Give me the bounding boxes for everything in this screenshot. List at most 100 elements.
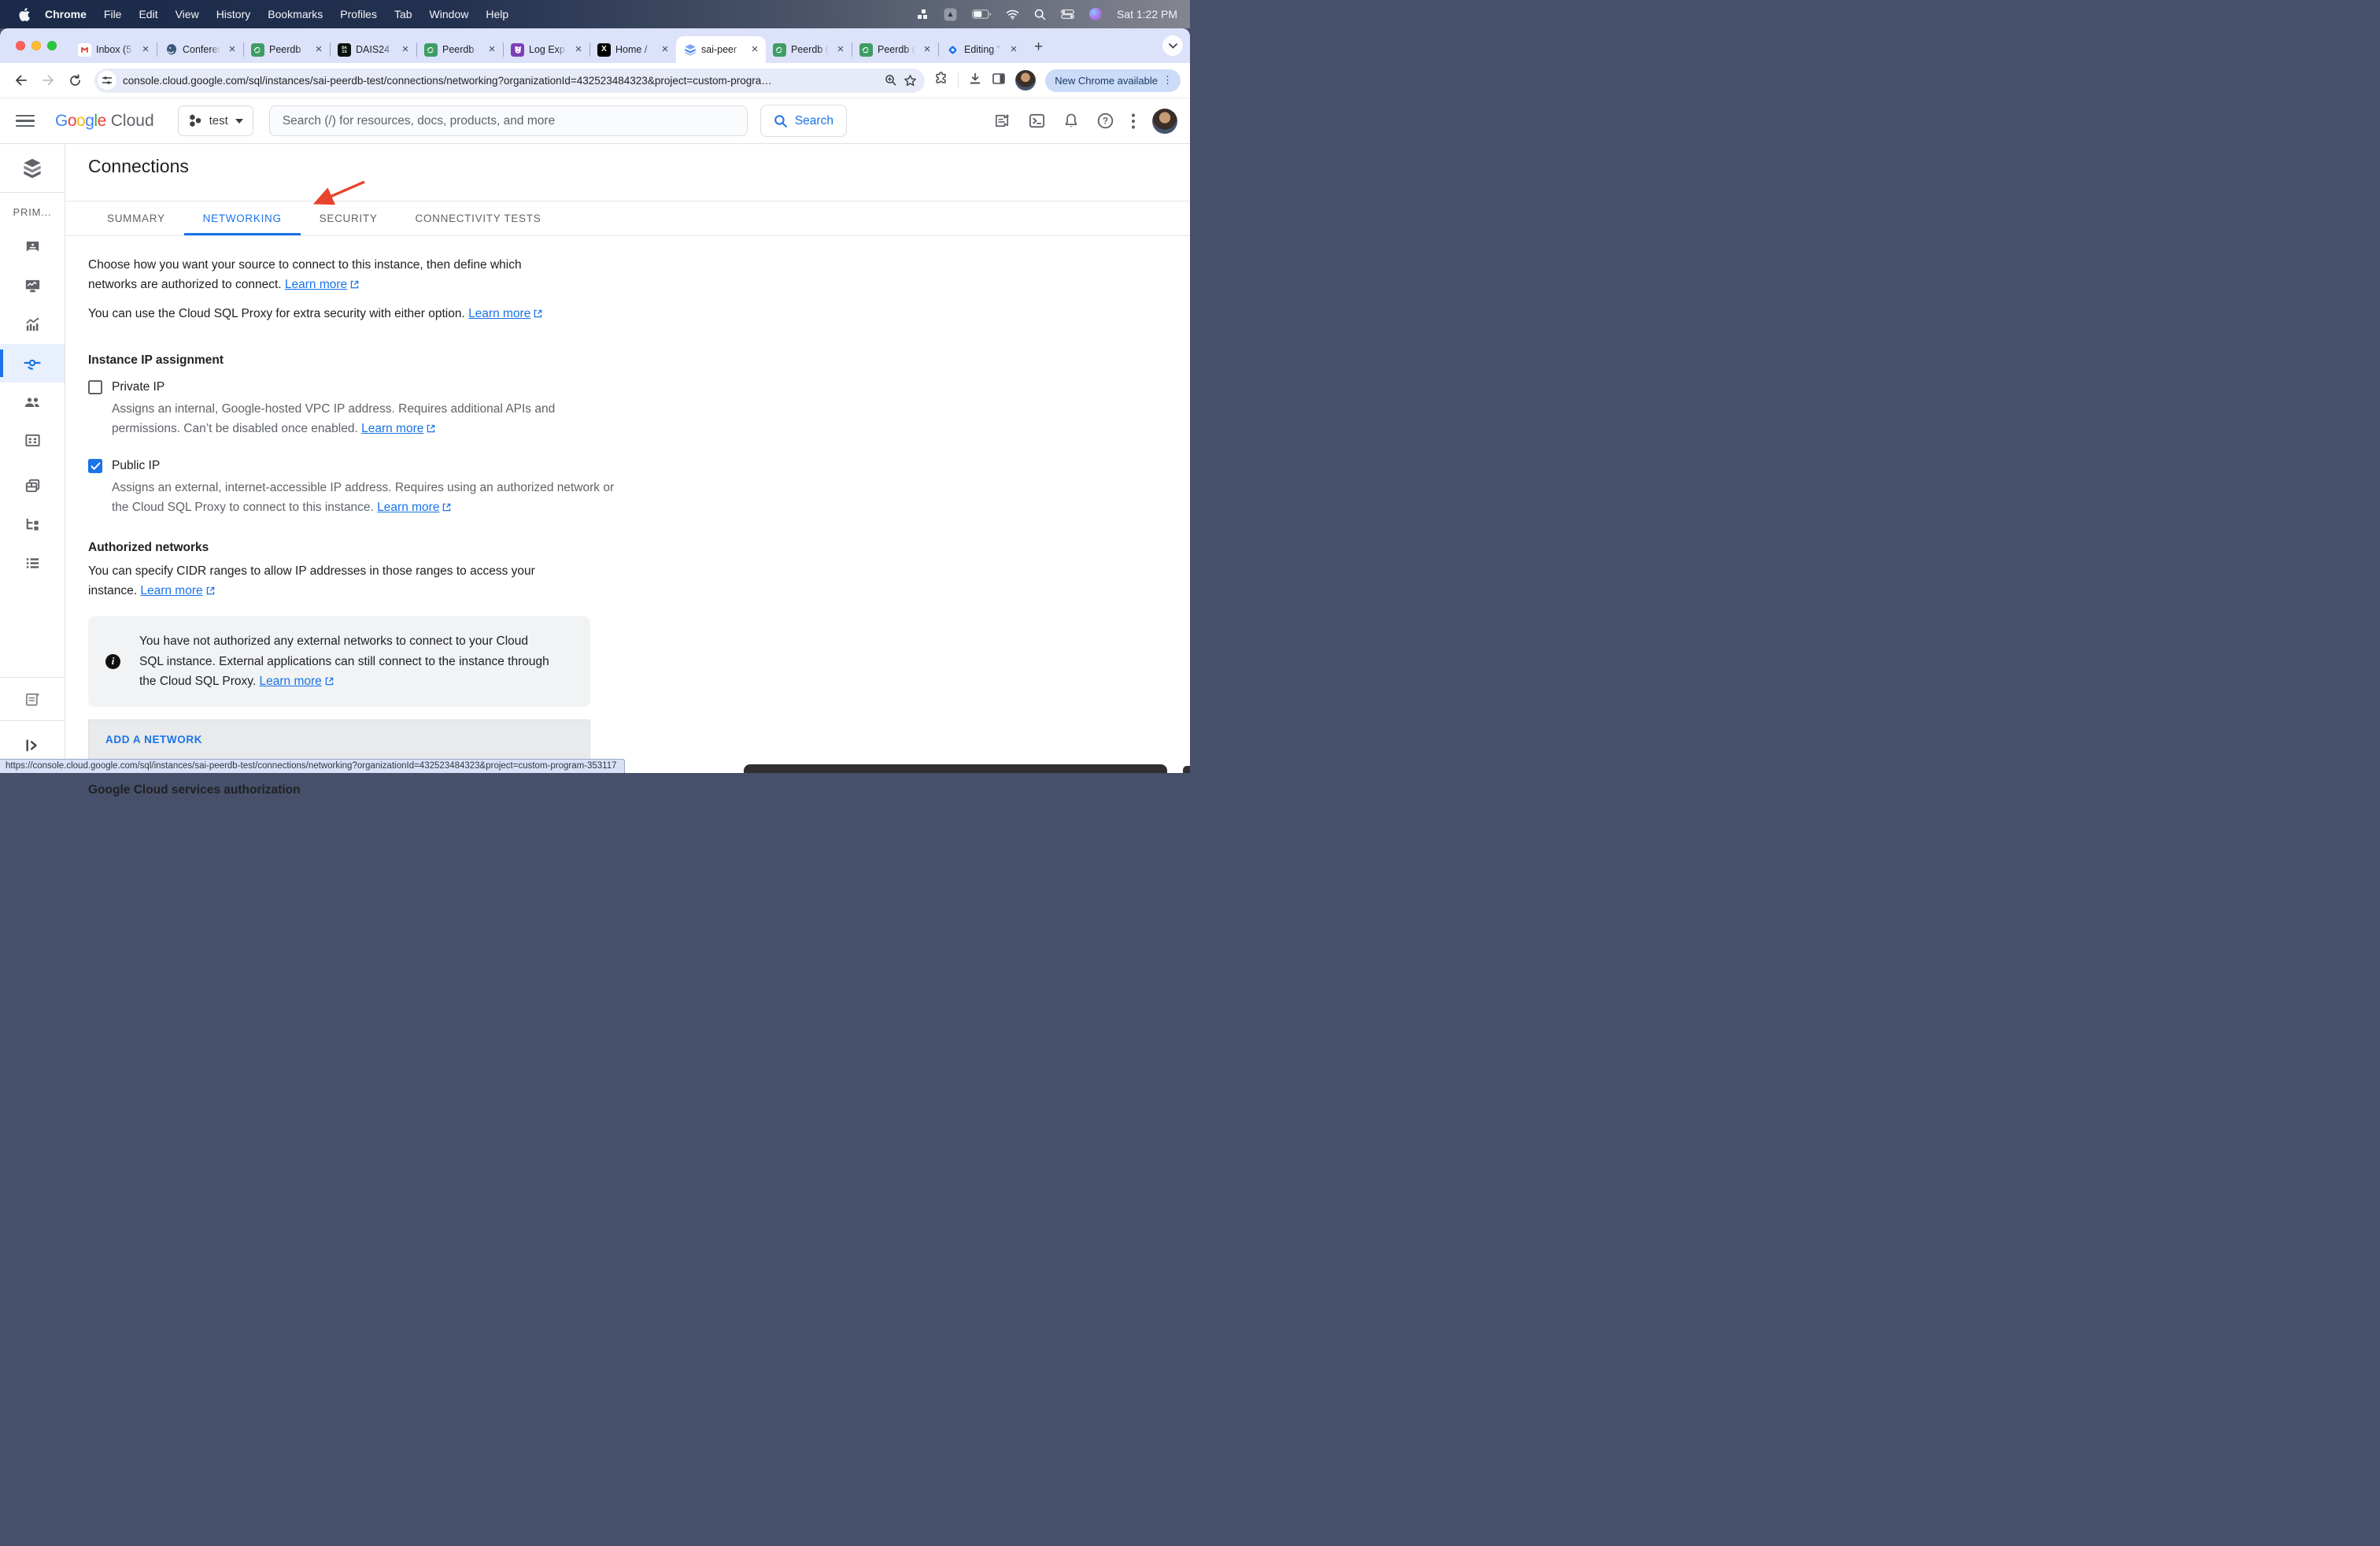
tab-close-icon[interactable]: × bbox=[312, 43, 325, 56]
learn-more-link[interactable]: Learn more bbox=[361, 422, 435, 435]
menu-edit[interactable]: Edit bbox=[130, 8, 166, 20]
tab-networking[interactable]: NETWORKING bbox=[184, 202, 301, 235]
tab-close-icon[interactable]: × bbox=[226, 43, 238, 56]
tab-log-explorer[interactable]: Log Exp× bbox=[504, 36, 589, 63]
tab-security[interactable]: SECURITY bbox=[301, 202, 397, 235]
public-ip-checkbox[interactable] bbox=[88, 459, 102, 473]
sidebar-item-replicas[interactable] bbox=[0, 505, 65, 544]
site-settings-icon[interactable] bbox=[98, 71, 116, 90]
back-button[interactable] bbox=[9, 68, 33, 92]
tab-peerdb-4[interactable]: Peerdb (× bbox=[852, 36, 938, 63]
control-center-icon[interactable] bbox=[1061, 9, 1074, 19]
menu-bookmarks[interactable]: Bookmarks bbox=[259, 8, 331, 20]
cloud-shell-icon[interactable] bbox=[1028, 112, 1046, 130]
gcp-account-avatar[interactable] bbox=[1152, 109, 1177, 134]
menu-chrome[interactable]: Chrome bbox=[36, 8, 95, 20]
tab-close-icon[interactable]: × bbox=[921, 43, 933, 56]
menubar-clock[interactable]: Sat 1:22 PM bbox=[1117, 8, 1177, 20]
menu-file[interactable]: File bbox=[95, 8, 131, 20]
zoom-page-icon[interactable] bbox=[885, 74, 897, 87]
menu-profiles[interactable]: Profiles bbox=[331, 8, 386, 20]
help-icon[interactable]: ? bbox=[1096, 112, 1114, 130]
private-ip-checkbox[interactable] bbox=[88, 380, 102, 394]
side-panel-icon[interactable] bbox=[992, 72, 1006, 90]
tab-peerdb-1[interactable]: Peerdb× bbox=[244, 36, 330, 63]
learn-more-link[interactable]: Learn more bbox=[285, 278, 359, 291]
sidebar-item-databases[interactable] bbox=[0, 421, 65, 460]
browser-menu-icon[interactable]: ⋮ bbox=[1159, 76, 1176, 84]
menu-window[interactable]: Window bbox=[421, 8, 478, 20]
tab-close-icon[interactable]: × bbox=[572, 43, 585, 56]
sidebar-item-users[interactable] bbox=[0, 383, 65, 421]
apple-icon[interactable] bbox=[13, 8, 36, 21]
gcp-search-box[interactable] bbox=[269, 105, 748, 136]
chrome-update-button[interactable]: New Chrome available ⋮ bbox=[1045, 69, 1181, 92]
download-icon[interactable] bbox=[968, 72, 982, 90]
sidebar-item-overview[interactable] bbox=[0, 228, 65, 267]
gcp-search-input[interactable] bbox=[281, 113, 736, 129]
learn-more-link[interactable]: Learn more bbox=[377, 501, 451, 514]
menu-tab[interactable]: Tab bbox=[386, 8, 421, 20]
tab-editing[interactable]: Editing "× bbox=[939, 36, 1025, 63]
tab-sai-peerdb[interactable]: sai-peer× bbox=[676, 36, 766, 63]
url-text[interactable]: console.cloud.google.com/sql/instances/s… bbox=[123, 75, 878, 87]
battery-icon[interactable] bbox=[972, 9, 991, 19]
reload-button[interactable] bbox=[63, 68, 87, 92]
wifi-icon[interactable] bbox=[1006, 9, 1019, 20]
blocks-icon[interactable] bbox=[917, 9, 929, 20]
bottom-dark-bar[interactable] bbox=[744, 764, 1167, 773]
add-network-button[interactable]: ADD A NETWORK bbox=[88, 719, 590, 760]
learn-more-link[interactable]: Learn more bbox=[468, 307, 542, 320]
tab-inbox[interactable]: Inbox (5× bbox=[71, 36, 157, 63]
learn-more-link[interactable]: Learn more bbox=[260, 675, 334, 688]
app-icon[interactable] bbox=[944, 8, 957, 21]
release-notes-icon[interactable] bbox=[993, 112, 1011, 130]
tab-peerdb-2[interactable]: Peerdb× bbox=[417, 36, 503, 63]
tab-search-chevron[interactable] bbox=[1162, 35, 1183, 56]
tab-close-icon[interactable]: × bbox=[486, 43, 498, 56]
tab-close-icon[interactable]: × bbox=[834, 43, 847, 56]
google-cloud-logo[interactable]: Google Cloud bbox=[55, 112, 154, 131]
more-options-icon[interactable] bbox=[1131, 113, 1136, 130]
sidebar-item-system-insights[interactable] bbox=[0, 267, 65, 305]
bookmark-star-icon[interactable] bbox=[904, 74, 917, 87]
tab-home-x[interactable]: XHome /× bbox=[590, 36, 676, 63]
tab-connectivity-tests[interactable]: CONNECTIVITY TESTS bbox=[397, 202, 560, 235]
tab-peerdb-3[interactable]: Peerdb (× bbox=[766, 36, 852, 63]
menu-view[interactable]: View bbox=[167, 8, 208, 20]
tab-conference[interactable]: Conferen× bbox=[157, 36, 243, 63]
omnibox[interactable]: console.cloud.google.com/sql/instances/s… bbox=[94, 68, 925, 93]
siri-icon[interactable] bbox=[1089, 8, 1102, 20]
search-icon[interactable] bbox=[1034, 9, 1046, 20]
sidebar-item-query-insights[interactable] bbox=[0, 305, 65, 344]
sidebar-item-backups[interactable] bbox=[0, 467, 65, 505]
notifications-bell-icon[interactable] bbox=[1062, 112, 1080, 130]
tab-close-icon[interactable]: × bbox=[748, 43, 761, 56]
tab-summary[interactable]: SUMMARY bbox=[88, 202, 184, 235]
forward-button[interactable] bbox=[36, 68, 60, 92]
tab-close-icon[interactable]: × bbox=[659, 43, 671, 56]
sidebar-item-connections[interactable] bbox=[0, 344, 65, 383]
project-selector[interactable]: test bbox=[178, 105, 253, 136]
gcp-search-button[interactable]: Search bbox=[760, 105, 847, 137]
collapse-panel-icon bbox=[24, 738, 40, 753]
learn-more-link[interactable]: Learn more bbox=[140, 584, 214, 597]
tab-dais24[interactable]: DAISDAIS24× bbox=[331, 36, 416, 63]
tab-close-icon[interactable]: × bbox=[139, 43, 152, 56]
minimize-window-button[interactable] bbox=[31, 41, 41, 50]
new-tab-button[interactable]: + bbox=[1025, 39, 1052, 61]
menu-history[interactable]: History bbox=[208, 8, 260, 20]
sidebar-release-notes[interactable] bbox=[0, 678, 65, 720]
tab-close-icon[interactable]: × bbox=[1007, 43, 1020, 56]
peerdb-favicon bbox=[773, 43, 786, 57]
extensions-icon[interactable] bbox=[934, 72, 948, 90]
browser-profile-avatar[interactable] bbox=[1015, 70, 1036, 91]
navigation-menu-icon[interactable] bbox=[13, 112, 38, 131]
close-window-button[interactable] bbox=[16, 41, 25, 50]
zoom-window-button[interactable] bbox=[47, 41, 57, 50]
menu-help[interactable]: Help bbox=[477, 8, 517, 20]
sidebar-item-operations[interactable] bbox=[0, 544, 65, 583]
replicas-icon bbox=[24, 516, 42, 534]
private-ip-label: Private IP bbox=[112, 380, 164, 394]
tab-close-icon[interactable]: × bbox=[399, 43, 412, 56]
